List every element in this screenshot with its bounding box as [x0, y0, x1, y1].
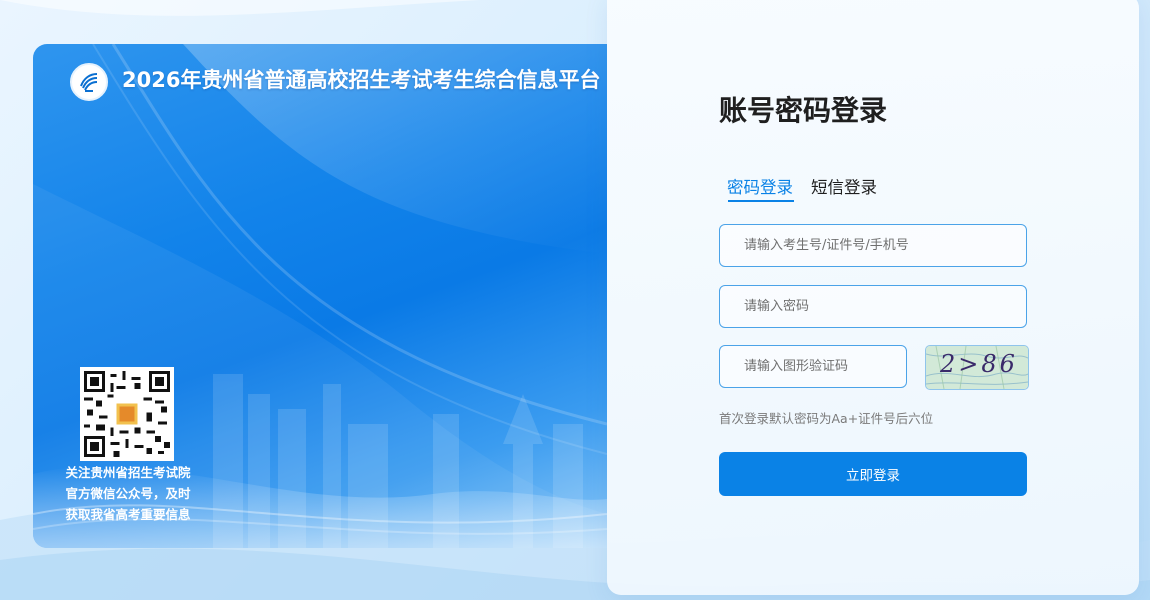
qr-caption-line: 获取我省高考重要信息 — [65, 507, 191, 522]
guizhou-exam-logo-icon — [70, 63, 108, 101]
account-input[interactable] — [720, 225, 1026, 266]
captcha-image[interactable]: 2>86 — [925, 345, 1029, 390]
default-password-hint: 首次登录默认密码为Aa+证件号后六位 — [719, 411, 934, 426]
active-tab-indicator — [728, 200, 794, 202]
password-field[interactable] — [719, 285, 1027, 328]
password-input[interactable] — [720, 286, 1026, 327]
tab-password-login[interactable]: 密码登录 — [727, 174, 793, 198]
captcha-field[interactable] — [719, 345, 907, 388]
captcha-input[interactable] — [720, 346, 906, 387]
login-button[interactable]: 立即登录 — [719, 452, 1027, 496]
tab-sms-login[interactable]: 短信登录 — [811, 174, 877, 198]
captcha-text: 2>86 — [940, 350, 1018, 378]
qr-caption: 关注贵州省招生考试院 官方微信公众号，及时 获取我省高考重要信息 — [55, 462, 201, 525]
banner-title: 2026年贵州省普通高校招生考试考生综合信息平台 — [122, 68, 601, 92]
wechat-qr-code-icon — [80, 367, 174, 461]
login-card: 账号密码登录 密码登录 短信登录 2>86 首次登录默认密码为Aa — [607, 0, 1139, 595]
banner-panel: 2026年贵州省普通高校招生考试考生综合信息平台 关注贵州省招生考试院 官方微信… — [33, 44, 607, 548]
login-title: 账号密码登录 — [719, 94, 888, 127]
qr-caption-line: 官方微信公众号，及时 — [65, 486, 191, 501]
account-field[interactable] — [719, 224, 1027, 267]
qr-caption-line: 关注贵州省招生考试院 — [65, 465, 191, 480]
